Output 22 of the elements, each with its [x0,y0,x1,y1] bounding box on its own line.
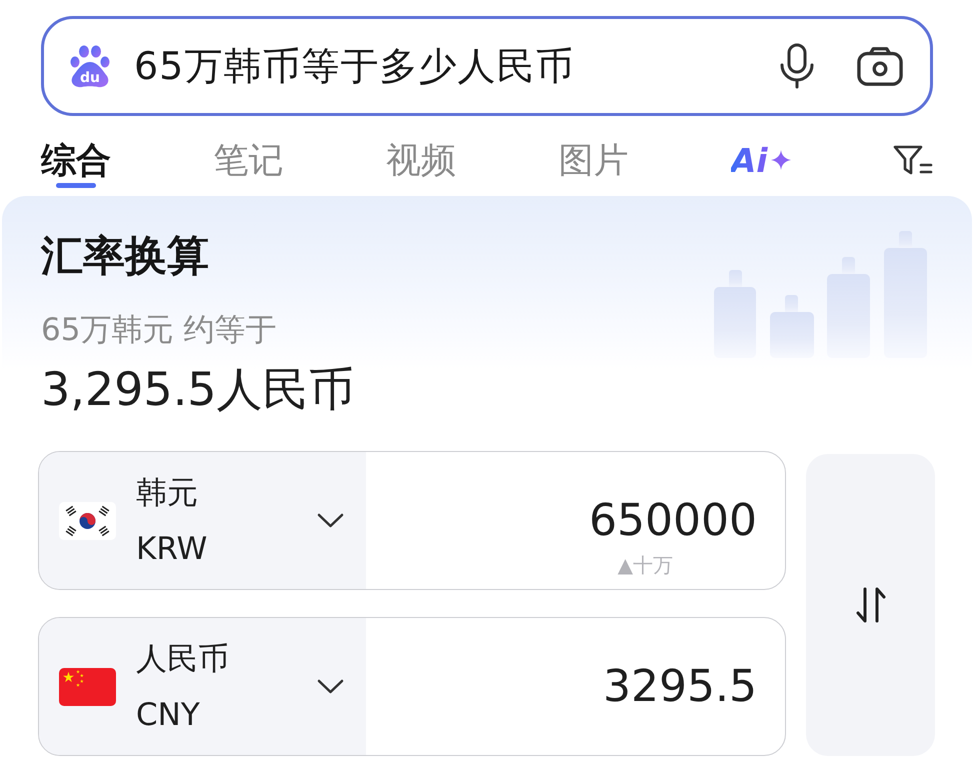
filter-icon[interactable] [892,144,933,176]
china-flag-icon [59,668,116,706]
swap-icon [854,586,888,624]
currency-selector[interactable]: 韩元 KRW [39,452,366,589]
ai-tab[interactable]: Ai [730,130,791,190]
chevron-down-icon[interactable] [317,513,344,528]
camera-icon[interactable] [857,45,903,87]
card-title: 汇率换算 [41,230,209,282]
korea-flag-icon [59,502,116,540]
search-field[interactable]: du 65万韩币等于多少人民币 [41,16,933,116]
chart-bar [770,295,814,358]
conversion-result: 3,295.5人民币 [41,361,355,417]
currency-selector[interactable]: 人民币 CNY [39,618,366,755]
unit-hint: ▲十万 [618,552,673,578]
search-input[interactable]: 65万韩币等于多少人民币 [134,41,769,91]
chevron-down-icon[interactable] [317,679,344,694]
microphone-icon[interactable] [779,43,815,89]
sparkle-icon [770,150,791,170]
amount-input[interactable]: 3295.5 [366,658,757,714]
conversion-label: 65万韩元 约等于 [41,311,276,350]
amount-input[interactable]: 650000 [366,492,757,548]
tab[interactable]: 综合 [41,130,111,190]
